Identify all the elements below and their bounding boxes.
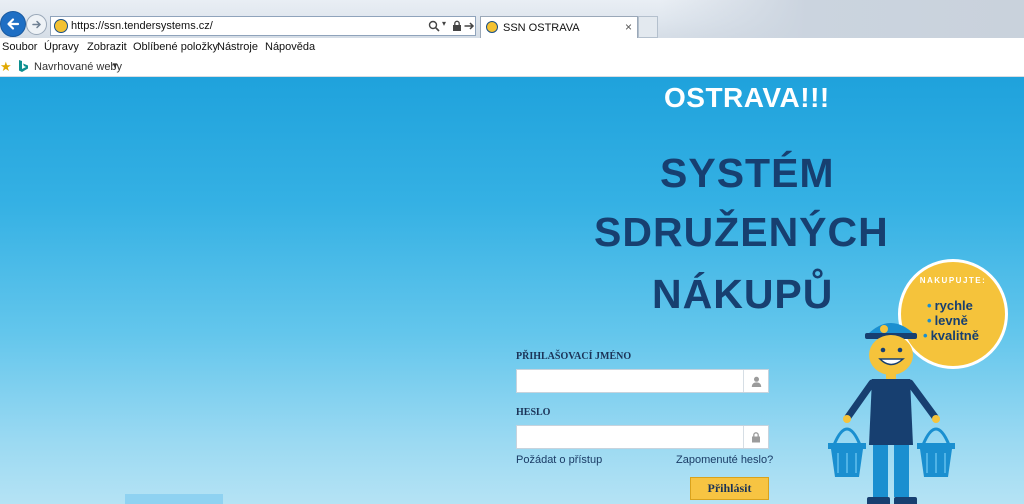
left-panel-tab[interactable] (125, 494, 223, 504)
password-input[interactable] (517, 426, 745, 448)
forward-button[interactable] (26, 14, 47, 35)
miner-mascot-illustration (828, 323, 955, 504)
bing-icon[interactable] (17, 59, 29, 73)
browser-titlebar: https://ssn.tendersystems.cz/ ▾ SSN OSTR… (0, 0, 1024, 38)
menu-item-soubor[interactable]: Soubor (2, 41, 37, 53)
menu-item-nastroje[interactable]: Nástroje (217, 41, 258, 53)
url-text[interactable]: https://ssn.tendersystems.cz/ (71, 20, 213, 32)
tab-favicon-icon (486, 21, 498, 33)
forgot-password-link[interactable]: Zapomenuté heslo? (676, 454, 773, 466)
menu-item-upravy[interactable]: Úpravy (44, 41, 79, 53)
tab-ssn-ostrava[interactable]: SSN OSTRAVA × (480, 16, 638, 38)
new-tab-button[interactable] (638, 16, 658, 38)
page-content: OSTRAVA!!! SYSTÉM SDRUŽENÝCH NÁKUPŮ PŘIH… (0, 77, 1024, 504)
menu-item-napoveda[interactable]: Nápověda (265, 41, 315, 53)
headline-line-1: SYSTÉM (660, 150, 835, 196)
window-title-area (660, 0, 1024, 38)
badge-item-label: rychle (934, 298, 973, 313)
login-button[interactable]: Přihlásit (690, 477, 769, 500)
headline-ostrava: OSTRAVA!!! (664, 82, 830, 113)
tab-title: SSN OSTRAVA (503, 22, 580, 34)
password-label: HESLO (516, 407, 551, 418)
headline-line-2: SDRUŽENÝCH (594, 209, 889, 255)
lock-icon (743, 426, 768, 448)
menu-item-zobrazit[interactable]: Zobrazit (87, 41, 127, 53)
dropdown-caret-icon[interactable]: ▾ (442, 19, 446, 28)
username-field-wrapper[interactable] (516, 369, 769, 393)
back-button[interactable] (0, 11, 26, 37)
bullet-icon: • (927, 298, 932, 313)
user-icon (743, 370, 768, 392)
password-field-wrapper[interactable] (516, 425, 769, 449)
close-icon[interactable]: × (625, 20, 632, 34)
chevron-down-icon[interactable]: ▼ (111, 61, 119, 70)
go-arrow-icon[interactable] (463, 20, 475, 32)
request-access-link[interactable]: Požádat o přístup (516, 454, 602, 466)
badge-item: • rychle (927, 298, 973, 313)
badge-title: NAKUPUJTE: (919, 276, 987, 285)
address-bar[interactable]: https://ssn.tendersystems.cz/ ▾ (50, 16, 476, 36)
username-input[interactable] (517, 370, 745, 392)
site-favicon-icon (54, 19, 68, 33)
favorites-star-icon[interactable]: ★ (0, 59, 12, 75)
arrow-left-icon (7, 18, 20, 30)
lock-icon[interactable] (451, 20, 463, 32)
headline-line-3: NÁKUPŮ (652, 271, 834, 317)
favorites-bar: ★ Navrhované weby ▼ (0, 57, 1024, 77)
menu-bar: Soubor Úpravy Zobrazit Oblíbené položky … (0, 38, 1024, 57)
search-icon[interactable] (428, 20, 440, 32)
favorites-suggested-sites[interactable]: Navrhované weby (34, 61, 122, 73)
menu-item-oblibene-polozky[interactable]: Oblíbené položky (133, 41, 218, 53)
username-label: PŘIHLAŠOVACÍ JMÉNO (516, 351, 632, 362)
arrow-right-icon (32, 20, 42, 29)
